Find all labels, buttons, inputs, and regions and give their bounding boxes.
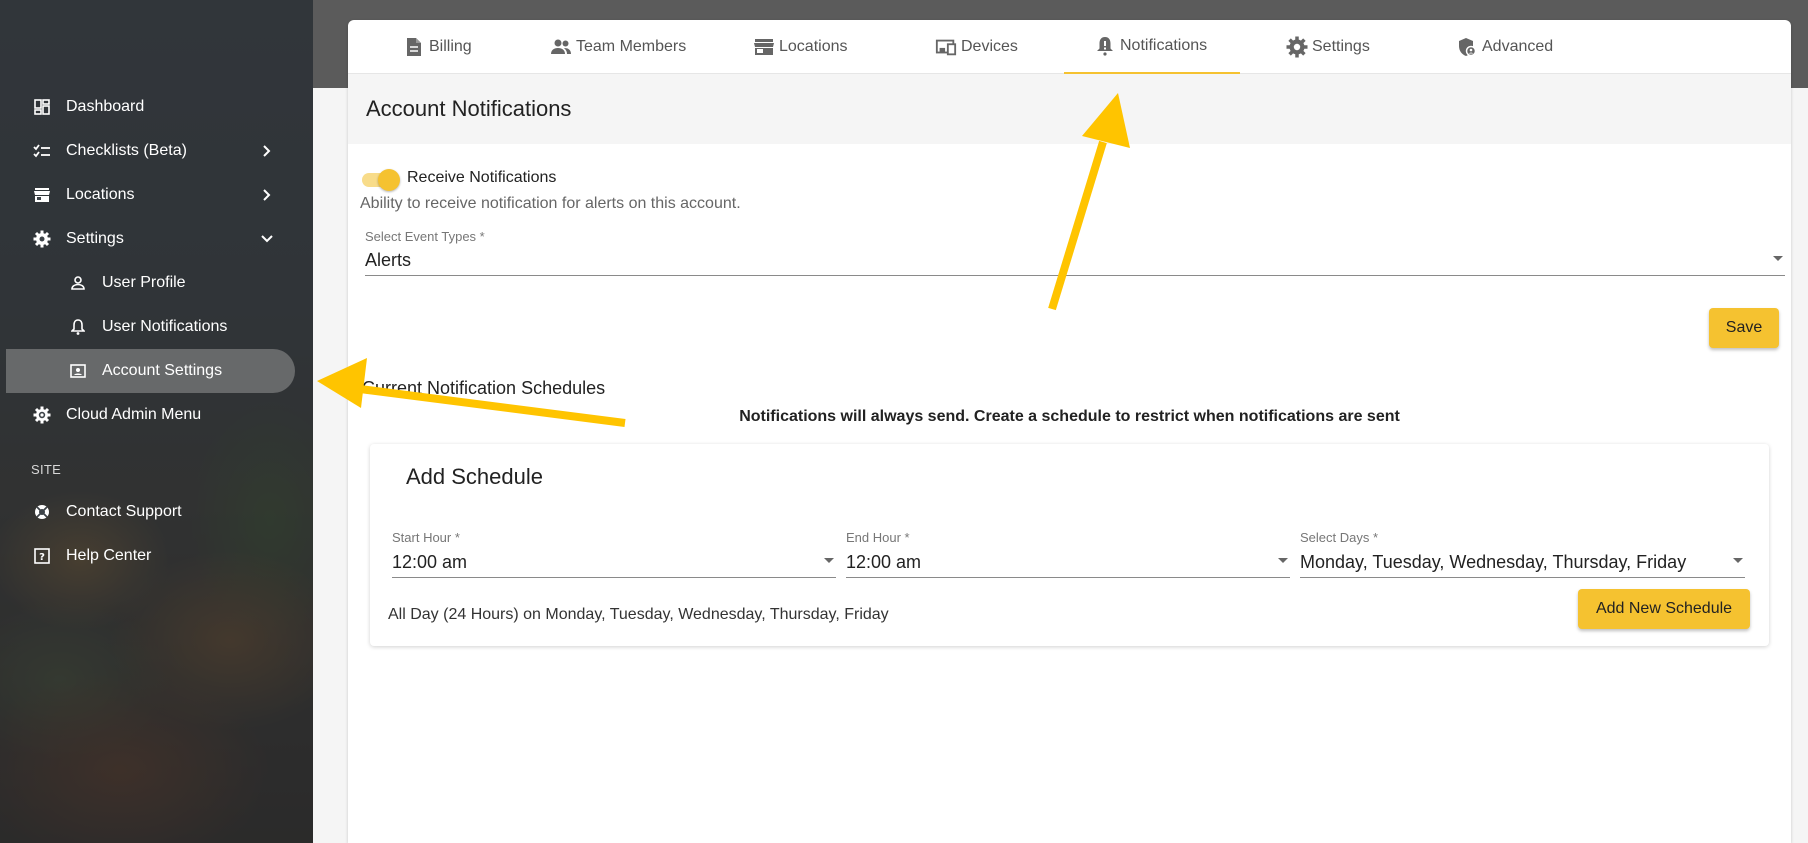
sidebar-item-locations[interactable]: Locations — [6, 173, 295, 217]
dropdown-caret-icon — [1733, 558, 1743, 563]
svg-text:?: ? — [39, 552, 45, 563]
receive-notifications-toggle[interactable] — [360, 168, 400, 191]
select-days-label: Select Days * — [1300, 530, 1379, 545]
chevron-right-icon — [257, 141, 277, 161]
sidebar-item-contact-support[interactable]: Contact Support — [6, 490, 295, 534]
dashboard-icon — [32, 97, 52, 117]
schedule-notice: Notifications will always send. Create a… — [739, 408, 1400, 425]
add-schedule-title: Add Schedule — [406, 464, 543, 489]
start-hour-label: Start Hour * — [392, 530, 460, 545]
sidebar-item-label: Locations — [66, 186, 135, 203]
sidebar-item-label: Account Settings — [102, 362, 223, 379]
toggle-label: Receive Notifications — [407, 169, 557, 186]
bell-alert-icon — [1094, 35, 1116, 57]
help-box-icon: ? — [32, 546, 52, 566]
schedules-section-title: Current Notification Schedules — [362, 378, 606, 398]
bell-icon — [68, 317, 88, 337]
settings-card: Billing Team Members Locations Devices N — [348, 20, 1791, 843]
sidebar-item-cloud-admin-menu[interactable]: Cloud Admin Menu — [6, 393, 295, 437]
add-schedule-card: Add Schedule Start Hour * 12:00 am End H… — [370, 444, 1769, 646]
select-days-value: Monday, Tuesday, Wednesday, Thursday, Fr… — [1300, 552, 1687, 572]
event-types-select[interactable]: Alerts — [365, 246, 1785, 276]
add-new-schedule-button[interactable]: Add New Schedule — [1578, 589, 1750, 629]
toggle-thumb — [378, 169, 400, 191]
gear-icon — [1286, 36, 1308, 58]
store-icon — [32, 185, 52, 205]
sidebar: Dashboard Checklists (Beta) Locations Se… — [0, 0, 313, 843]
admin-gear-icon — [32, 405, 52, 425]
section-header: Account Notifications — [348, 74, 1791, 144]
page-title: Account Notifications — [366, 96, 572, 121]
sidebar-item-account-settings[interactable]: Account Settings — [6, 349, 295, 393]
tab-settings[interactable]: Settings — [1286, 20, 1370, 74]
tab-team-members[interactable]: Team Members — [550, 20, 686, 74]
toggle-description: Ability to receive notification for aler… — [360, 195, 741, 212]
sidebar-item-help-center[interactable]: ? Help Center — [6, 534, 295, 578]
tab-locations[interactable]: Locations — [753, 20, 848, 74]
store-icon — [753, 36, 775, 58]
sidebar-item-label: User Notifications — [102, 318, 228, 335]
start-hour-select[interactable]: 12:00 am — [392, 548, 836, 578]
sidebar-item-user-profile[interactable]: User Profile — [6, 261, 295, 305]
start-hour-value: 12:00 am — [392, 552, 468, 572]
chevron-right-icon — [257, 185, 277, 205]
sidebar-item-label: Dashboard — [66, 98, 145, 115]
sidebar-item-label: Checklists (Beta) — [66, 142, 187, 159]
checklist-icon — [32, 141, 52, 161]
lifebuoy-icon — [32, 502, 52, 522]
people-icon — [550, 36, 572, 58]
tab-notifications[interactable]: Notifications — [1064, 20, 1240, 74]
sidebar-item-user-notifications[interactable]: User Notifications — [6, 305, 295, 349]
sidebar-item-label: Help Center — [66, 547, 152, 564]
person-icon — [68, 273, 88, 293]
sidebar-item-checklists[interactable]: Checklists (Beta) — [6, 129, 295, 173]
sidebar-item-label: Contact Support — [66, 503, 182, 520]
sidebar-item-dashboard[interactable]: Dashboard — [6, 85, 295, 129]
gear-icon — [32, 229, 52, 249]
end-hour-label: End Hour * — [846, 530, 910, 545]
dropdown-caret-icon — [1278, 558, 1288, 563]
dropdown-caret-icon — [1773, 256, 1783, 261]
sidebar-item-label: User Profile — [102, 274, 186, 291]
tab-advanced[interactable]: Advanced — [1456, 20, 1553, 74]
tab-devices[interactable]: Devices — [935, 20, 1018, 74]
tab-bar: Billing Team Members Locations Devices N — [348, 20, 1791, 74]
event-types-value: Alerts — [365, 250, 412, 270]
end-hour-select[interactable]: 12:00 am — [846, 548, 1290, 578]
devices-icon — [935, 36, 957, 58]
event-types-label: Select Event Types * — [365, 229, 485, 244]
select-days-select[interactable]: Monday, Tuesday, Wednesday, Thursday, Fr… — [1300, 548, 1745, 578]
shield-icon — [1456, 36, 1478, 58]
document-icon — [403, 36, 425, 58]
sidebar-section-site: SITE — [31, 462, 62, 477]
dropdown-caret-icon — [824, 558, 834, 563]
sidebar-item-label: Cloud Admin Menu — [66, 406, 202, 423]
save-button[interactable]: Save — [1709, 308, 1779, 348]
chevron-down-icon — [257, 229, 277, 249]
schedule-summary: All Day (24 Hours) on Monday, Tuesday, W… — [388, 606, 889, 623]
tab-billing[interactable]: Billing — [403, 20, 472, 74]
account-box-icon — [68, 361, 88, 381]
end-hour-value: 12:00 am — [846, 552, 922, 572]
sidebar-item-settings[interactable]: Settings — [6, 217, 295, 261]
sidebar-item-label: Settings — [66, 230, 124, 247]
